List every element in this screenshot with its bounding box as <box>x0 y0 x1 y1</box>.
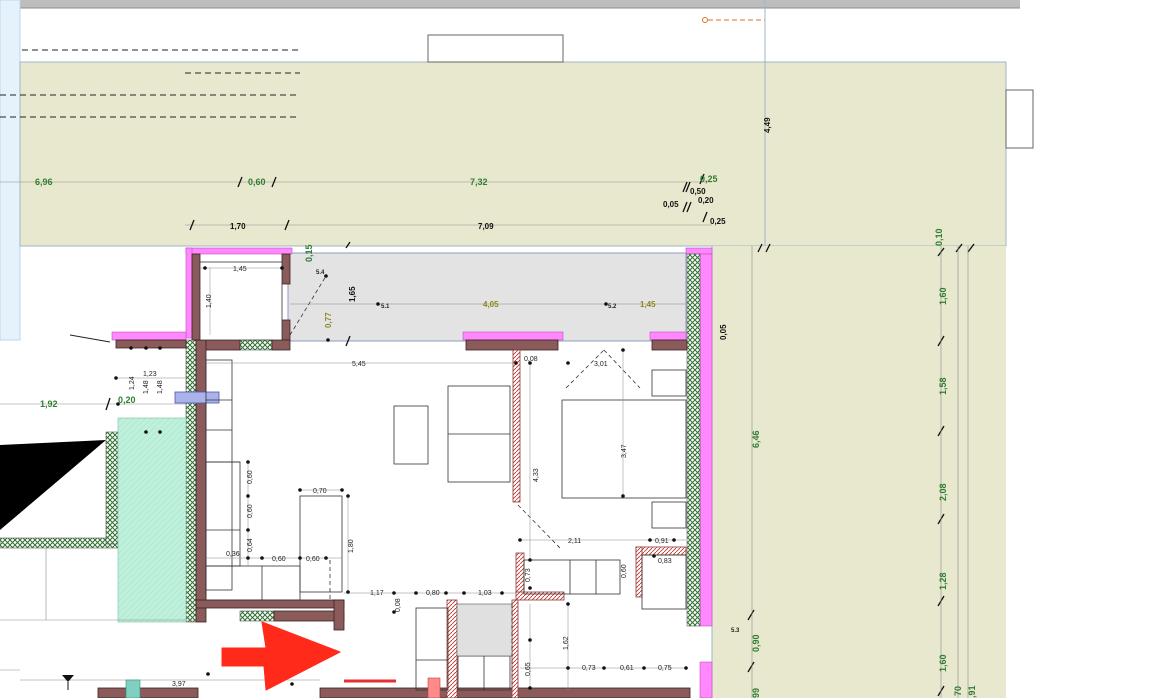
dim-1-80: 1,80 <box>348 539 355 553</box>
dim-0-15: 0,15 <box>304 244 314 262</box>
dim-1-17: 1,17 <box>370 590 384 597</box>
dim-0-08-b: 0,08 <box>395 598 402 612</box>
dim-1-58: 1,58 <box>938 377 948 395</box>
dim-0-91: 0,91 <box>655 538 669 545</box>
terrace-area <box>19 61 1007 247</box>
dim-99: 99 <box>751 688 761 698</box>
dim-1-48-a: 1,48 <box>143 380 150 394</box>
grey-closet <box>456 603 513 657</box>
dim-4-05: 4,05 <box>483 300 499 309</box>
dim-2-08: 2,08 <box>938 483 948 501</box>
salmon-post <box>427 677 441 698</box>
dim-6-96: 6,96 <box>35 177 53 187</box>
dim-5-45: 5,45 <box>352 361 366 368</box>
label-5-2: 5.2 <box>608 304 617 310</box>
dim-0-83: 0,83 <box>658 558 672 565</box>
dim-70: 70 <box>953 686 963 696</box>
dim-0-75: 0,75 <box>658 665 672 672</box>
dim-3-47: 3,47 <box>621 444 628 458</box>
dim-1-23: 1,23 <box>143 371 157 378</box>
dim-1-28: 1,28 <box>938 572 948 590</box>
dim-7-32: 7,32 <box>470 177 488 187</box>
teal-area <box>117 417 187 623</box>
dim-0-80: 0,80 <box>426 590 440 597</box>
stair-line <box>69 334 111 343</box>
dim-1-24: 1,24 <box>129 376 136 390</box>
dim-0-61: 0,61 <box>620 665 634 672</box>
dim-0-25-green: 0,25 <box>700 174 718 184</box>
teal-post <box>125 679 141 698</box>
dim-6-46: 6,46 <box>751 430 761 448</box>
dim-0-60-a: 0,60 <box>247 470 254 484</box>
dim-1-62: 1,62 <box>563 636 570 650</box>
dim-1-45-balcony: 1,45 <box>640 300 656 309</box>
dim-0-60-b: 0,60 <box>247 504 254 518</box>
label-5-1: 5.1 <box>381 304 390 310</box>
dim-0-65: 0,65 <box>525 662 532 676</box>
dim-4-33: 4,33 <box>533 468 540 482</box>
dim-7-09: 7,09 <box>478 222 494 231</box>
dim-0-73-b: 0,73 <box>582 665 596 672</box>
floor-plan-drawing[interactable]: 6,96 0,60 7,32 0,25 0,50 0,05 0,20 1,70 … <box>0 0 1166 698</box>
top-grey-band <box>0 0 1020 8</box>
dim-0-70: 0,70 <box>313 488 327 495</box>
chimney-outline <box>427 34 564 63</box>
dim-1-92: 1,92 <box>40 399 58 409</box>
dim-0-08: 0,08 <box>524 356 538 363</box>
dim-0-20: 0,20 <box>698 196 714 205</box>
dim-0-60: 0,60 <box>248 177 266 187</box>
dim-91: ,91 <box>967 685 977 698</box>
dim-0-50: 0,50 <box>690 187 706 196</box>
dim-1-03: 1,03 <box>478 590 492 597</box>
dim-0-36: 0,36 <box>226 551 240 558</box>
black-stair-wedge <box>0 440 106 530</box>
dim-1-45: 1,45 <box>233 266 247 273</box>
dim-0-73: 0,73 <box>525 568 532 582</box>
dim-0-20-left: 0,20 <box>118 395 136 405</box>
dim-0-05: 0,05 <box>663 200 679 209</box>
level-marker-icon <box>62 675 74 682</box>
dim-0-25: 0,25 <box>710 217 726 226</box>
dim-1-65: 1,65 <box>348 286 357 302</box>
dim-0-60-e: 0,60 <box>621 564 628 578</box>
dim-0-10-right: 0,10 <box>934 228 944 246</box>
left-blue-panel <box>0 0 21 341</box>
dim-1-40: 1,40 <box>206 294 213 308</box>
label-5-3: 5.3 <box>731 628 740 634</box>
dim-1-60-a: 1,60 <box>938 287 948 305</box>
blue-marker-box <box>174 391 220 404</box>
dim-4-49: 4,49 <box>763 117 772 133</box>
right-outline-box <box>1005 89 1034 149</box>
dim-0-77: 0,77 <box>324 312 333 328</box>
dim-3-01: 3,01 <box>594 361 608 368</box>
label-5-4: 5.4 <box>316 270 325 276</box>
dim-1-60-b: 1,60 <box>938 654 948 672</box>
dim-3-97: 3,97 <box>172 681 186 688</box>
dim-0-64: 0,64 <box>247 538 254 552</box>
dim-2-11: 2,11 <box>568 538 581 545</box>
dim-1-48-b: 1,48 <box>157 380 164 394</box>
dim-0-60-c: 0,60 <box>272 556 286 563</box>
dim-1-70: 1,70 <box>230 222 246 231</box>
dim-0-90: 0,90 <box>751 634 761 652</box>
dim-0-60-d: 0,60 <box>306 556 320 563</box>
terrace-right-strip <box>712 246 1006 698</box>
orange-marker <box>702 17 708 23</box>
dim-0-05-wall: 0,05 <box>719 324 728 340</box>
